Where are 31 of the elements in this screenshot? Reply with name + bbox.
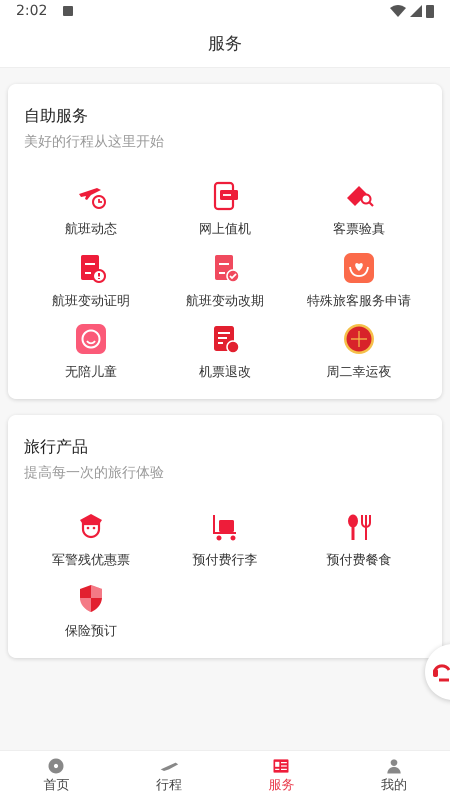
- service-item[interactable]: 保险预订: [24, 582, 158, 642]
- wifi-icon: [390, 5, 406, 17]
- disc-icon: [46, 756, 66, 776]
- service-item[interactable]: 航班变动证明: [24, 252, 158, 311]
- service-item[interactable]: 军警残优惠票: [24, 510, 158, 570]
- status-time: 2:02: [16, 2, 48, 20]
- service-item[interactable]: 航班变动改期: [158, 252, 292, 311]
- section-title: 旅行产品: [24, 436, 89, 458]
- round-badge-icon: [343, 323, 375, 355]
- service-item[interactable]: 客票验真: [292, 180, 426, 240]
- notification-icon: [63, 6, 74, 16]
- service-item[interactable]: 预付费餐食: [292, 510, 426, 570]
- battery-icon: [426, 4, 434, 18]
- service-item[interactable]: 机票退改: [158, 323, 292, 382]
- service-item[interactable]: 特殊旅客服务申请: [292, 252, 426, 311]
- tab-bar-item[interactable]: 服务: [225, 751, 338, 800]
- header-title: 服务: [0, 22, 450, 68]
- section-title: 自助服务: [24, 105, 89, 127]
- heart-hands-icon: [343, 252, 375, 284]
- tab-bar-item[interactable]: 行程: [112, 751, 225, 800]
- tab-bar-item[interactable]: 首页: [0, 751, 112, 800]
- tab-bar-item[interactable]: 我的: [338, 751, 450, 800]
- section-subtitle: 提高每一次的旅行体验: [24, 464, 165, 482]
- signal-icon: [410, 5, 422, 17]
- service-item[interactable]: 周二幸运夜: [292, 323, 426, 382]
- section-subtitle: 美好的行程从这里开始: [24, 133, 165, 152]
- service-item[interactable]: 航班动态: [24, 180, 158, 240]
- service-item[interactable]: 预付费行李: [158, 510, 292, 570]
- service-item[interactable]: 无陪儿童: [24, 323, 158, 382]
- service-item[interactable]: 网上值机: [158, 180, 292, 240]
- smiley-face-icon: [75, 323, 107, 355]
